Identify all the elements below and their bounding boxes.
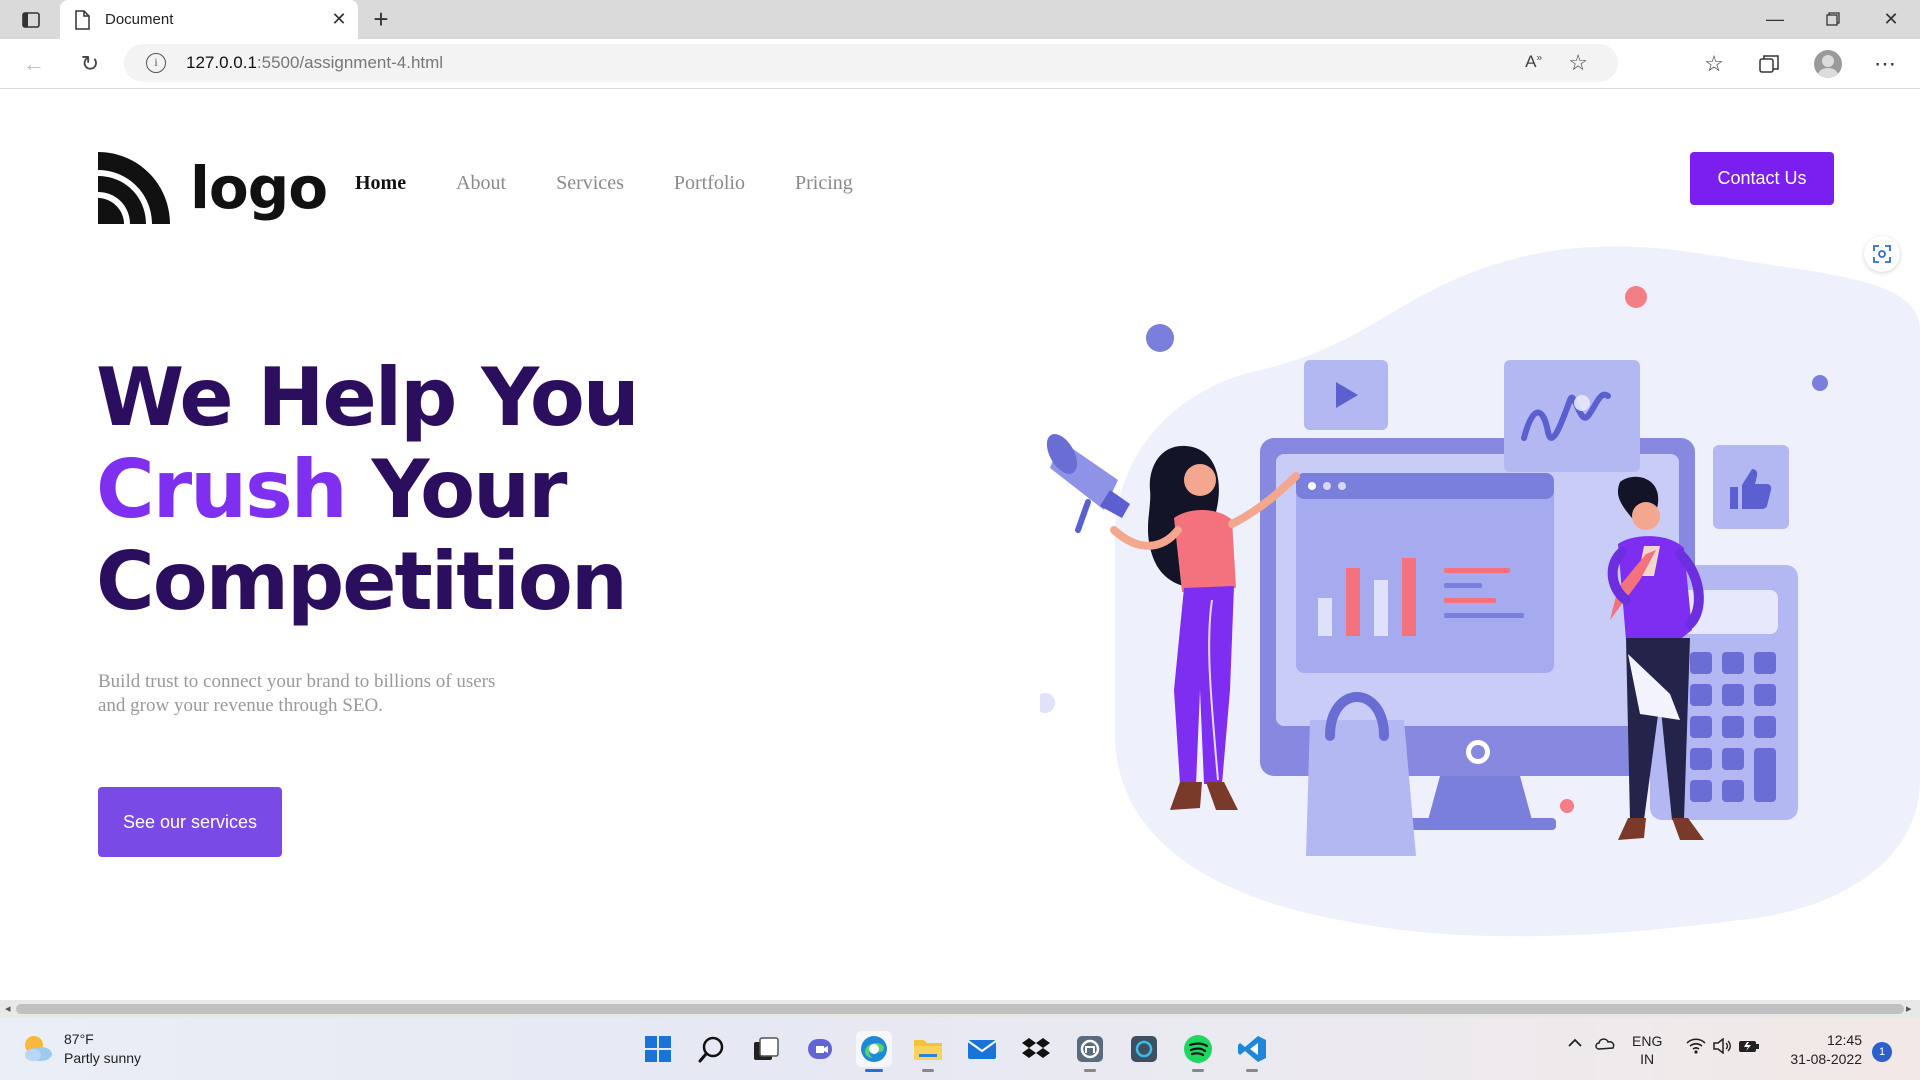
nav-services[interactable]: Services (556, 172, 624, 195)
minimize-icon[interactable]: — (1750, 4, 1800, 34)
edge-browser-icon[interactable] (856, 1031, 892, 1072)
hero-illustration (1040, 246, 1920, 937)
browser-tab-bar: Document ✕ + — ✕ (0, 0, 1920, 39)
dropbox-icon[interactable] (1018, 1031, 1054, 1067)
close-window-icon[interactable]: ✕ (1866, 4, 1916, 34)
address-bar[interactable]: i 127.0.0.1:5500/assignment-4.html A» ☆ (124, 44, 1618, 82)
weather-temp: 87°F (64, 1031, 94, 1047)
site-logo[interactable]: logo (98, 152, 328, 224)
partly-sunny-icon (20, 1032, 54, 1066)
web-page: logo Home About Services Portfolio Prici… (0, 90, 1920, 1000)
weather-desc: Partly sunny (64, 1050, 142, 1066)
scroll-right-icon[interactable]: ▸ (1906, 1002, 1912, 1015)
favorites-icon[interactable]: ☆ (1699, 50, 1729, 78)
hero-line-2: Your (345, 443, 568, 536)
add-favorite-icon[interactable]: ☆ (1568, 50, 1588, 76)
task-view-icon[interactable] (748, 1031, 784, 1067)
hero-accent-word: Crush (96, 443, 348, 536)
search-icon[interactable] (694, 1031, 730, 1067)
windows-taskbar: 87°F Partly sunny ENG IN 12:45 31-08-202… (0, 1018, 1920, 1080)
mail-icon[interactable] (964, 1031, 1000, 1067)
hero-line-1: We Help You (96, 351, 640, 444)
url-text: 127.0.0.1:5500/assignment-4.html (186, 53, 444, 72)
logo-text: logo (190, 154, 328, 222)
lang-code: ENG (1632, 1033, 1663, 1049)
scrollbar-thumb[interactable] (16, 1004, 1904, 1014)
decor-dot (1812, 375, 1828, 391)
back-icon[interactable]: ← (20, 51, 48, 77)
decor-dot (1146, 324, 1174, 352)
bar-chart-bar (1346, 568, 1360, 636)
scroll-left-icon[interactable]: ◂ (5, 1002, 11, 1015)
refresh-icon[interactable]: ↻ (76, 51, 104, 77)
onedrive-icon[interactable] (1594, 1035, 1616, 1054)
monitor-base (1406, 818, 1556, 830)
volume-icon[interactable] (1712, 1037, 1732, 1057)
clock-date: 31-08-2022 (1790, 1051, 1862, 1067)
bar-chart-bar (1318, 598, 1332, 636)
clock-time: 12:45 (1826, 1032, 1862, 1048)
tab-actions-icon[interactable] (14, 8, 48, 32)
bar-chart-bar (1402, 558, 1416, 636)
close-tab-icon[interactable]: ✕ (328, 9, 350, 30)
nav-about[interactable]: About (456, 172, 506, 195)
browser-toolbar: ← ↻ i 127.0.0.1:5500/assignment-4.html A… (0, 39, 1920, 89)
nav-portfolio[interactable]: Portfolio (674, 172, 745, 195)
vscode-icon[interactable] (1234, 1031, 1270, 1072)
hero-subtitle: Build trust to connect your brand to bil… (98, 671, 496, 716)
app-icon-2[interactable] (1126, 1031, 1162, 1067)
teams-chat-icon[interactable] (802, 1031, 838, 1067)
nav-home[interactable]: Home (355, 172, 406, 195)
start-icon[interactable] (640, 1031, 676, 1067)
plus-icon[interactable]: + (366, 4, 396, 35)
collections-icon[interactable] (1754, 50, 1784, 78)
browser-tab[interactable]: Document ✕ (60, 0, 358, 39)
wifi-icon[interactable] (1686, 1038, 1706, 1057)
main-nav: Home About Services Portfolio Pricing (355, 172, 903, 195)
horizontal-scrollbar[interactable]: ◂ ▸ (0, 1000, 1920, 1018)
spotify-icon[interactable] (1180, 1031, 1216, 1072)
notification-badge[interactable]: 1 (1872, 1042, 1892, 1062)
contact-us-button[interactable]: Contact Us (1690, 152, 1834, 205)
chevron-up-icon[interactable] (1566, 1034, 1584, 1055)
shopping-bag (1306, 720, 1416, 856)
decor-dot (1625, 286, 1647, 308)
hero-heading: We Help You Crush Your Competition (96, 351, 640, 628)
nav-pricing[interactable]: Pricing (795, 172, 853, 195)
document-icon (74, 10, 92, 30)
language-indicator[interactable]: ENG IN (1632, 1032, 1662, 1068)
dashboard-window (1296, 473, 1554, 673)
read-aloud-icon[interactable]: A» (1525, 52, 1542, 72)
weather-widget[interactable]: 87°F Partly sunny (20, 1030, 141, 1068)
profile-avatar[interactable] (1814, 50, 1842, 78)
hero-line-3: Competition (96, 535, 628, 628)
tab-title: Document (105, 11, 174, 28)
graph-card (1504, 360, 1640, 472)
decor-dot (1040, 693, 1055, 713)
logo-icon (98, 152, 170, 224)
system-clock[interactable]: 12:45 31-08-2022 (1778, 1031, 1862, 1069)
site-info-icon[interactable]: i (146, 53, 166, 73)
monitor-stand (1428, 776, 1532, 820)
app-icon-1[interactable] (1072, 1031, 1108, 1072)
lang-region: IN (1640, 1051, 1655, 1067)
file-explorer-icon[interactable] (910, 1031, 946, 1072)
battery-icon[interactable] (1738, 1038, 1760, 1057)
bar-chart-bar (1374, 580, 1388, 636)
restore-icon[interactable] (1808, 4, 1858, 34)
see-services-button[interactable]: See our services (98, 787, 282, 857)
decor-dot (1560, 799, 1574, 813)
more-options-icon[interactable]: ⋯ (1870, 50, 1900, 78)
